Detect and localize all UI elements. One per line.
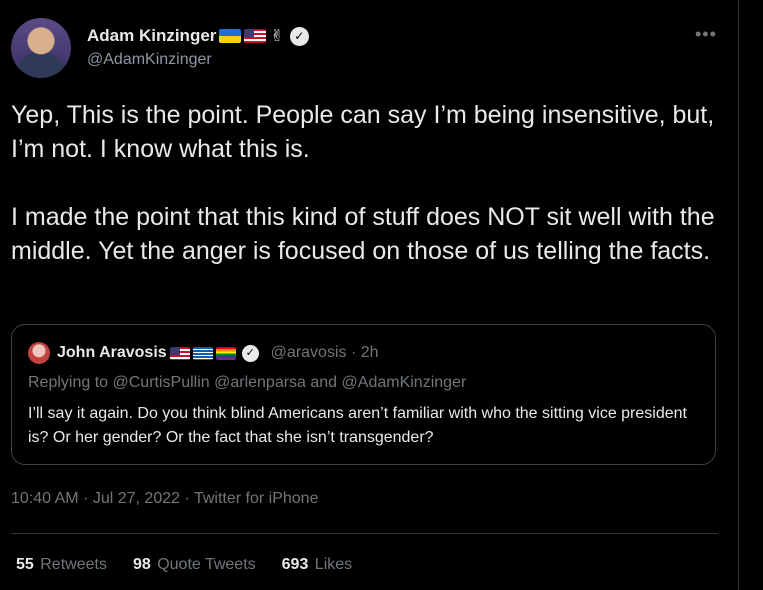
- tweet-paragraph: Yep, This is the point. People can say I…: [11, 101, 715, 163]
- usa-flag-icon: [244, 29, 267, 43]
- retweets-label: Retweets: [40, 556, 107, 573]
- tweet-date[interactable]: Jul 27, 2022: [93, 490, 180, 507]
- author-name-row: Adam Kinzinger ✌ ✓: [87, 24, 309, 48]
- peace-hand-icon: ✌: [270, 28, 284, 45]
- likes-stat[interactable]: 693 Likes: [282, 556, 353, 574]
- author-handle[interactable]: @AdamKinzinger: [87, 51, 212, 69]
- ukraine-flag-icon: [219, 29, 242, 43]
- retweets-count: 55: [16, 556, 34, 573]
- quoted-tweet-card[interactable]: John Aravosis ✓ @aravosis · 2h Replying …: [11, 324, 716, 465]
- verified-badge-icon: ✓: [289, 26, 309, 46]
- author-display-name[interactable]: Adam Kinzinger: [87, 26, 216, 46]
- replying-to-line: Replying to @CurtisPullin @arlenparsa an…: [28, 374, 467, 391]
- quoted-time: 2h: [360, 344, 379, 361]
- likes-count: 693: [281, 556, 309, 573]
- separator-dot: ·: [350, 344, 357, 361]
- divider: [11, 533, 718, 534]
- quoted-author-avatar: [28, 342, 50, 364]
- separator-dot: ·: [83, 490, 89, 507]
- more-options-icon[interactable]: •••: [695, 24, 717, 45]
- tweet-text: Yep, This is the point. People can say I…: [11, 98, 731, 268]
- column-border: [738, 0, 739, 590]
- quoted-author-name: John Aravosis: [57, 344, 167, 361]
- quoted-handle-text: @aravosis: [270, 344, 347, 361]
- quote-tweets-stat[interactable]: 98 Quote Tweets: [133, 556, 256, 574]
- quoted-tweet-text: I’ll say it again. Do you think blind Am…: [28, 405, 687, 446]
- tweet-time[interactable]: 10:40 AM: [11, 490, 79, 507]
- tweet-meta: 10:40 AM · Jul 27, 2022 · Twitter for iP…: [11, 490, 318, 508]
- tweet-paragraph: I made the point that this kind of stuff…: [11, 203, 715, 265]
- tweet-stats: 55 Retweets 98 Quote Tweets 693 Likes: [16, 556, 352, 574]
- likes-label: Likes: [314, 556, 353, 573]
- verified-badge-icon: ✓: [241, 344, 259, 362]
- separator-dot: ·: [184, 490, 190, 507]
- quote-tweets-label: Quote Tweets: [157, 556, 256, 573]
- quote-tweets-count: 98: [132, 556, 151, 573]
- greece-flag-icon: [192, 346, 213, 360]
- author-avatar[interactable]: [11, 18, 71, 78]
- quoted-author-row: John Aravosis ✓ @aravosis · 2h: [57, 342, 379, 364]
- rainbow-flag-icon: [215, 346, 236, 360]
- retweets-stat[interactable]: 55 Retweets: [16, 556, 107, 574]
- tweet-source[interactable]: Twitter for iPhone: [194, 490, 319, 507]
- usa-flag-icon: [169, 346, 190, 360]
- quoted-author-handle: @aravosis · 2h: [271, 344, 379, 362]
